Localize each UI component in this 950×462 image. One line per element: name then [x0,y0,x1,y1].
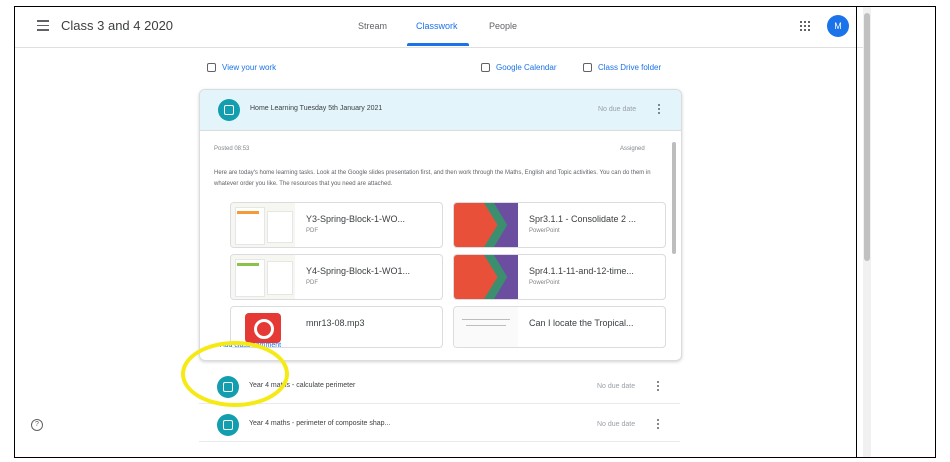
more-vert-icon[interactable] [658,104,661,116]
tab-stream[interactable]: Stream [358,21,387,31]
sketch-thumbnail [454,307,518,347]
calendar-icon [481,63,490,72]
browser-frame: Class 3 and 4 2020 Stream Classwork Peop… [14,6,936,458]
attachment-name: Y3-Spring-Block-1-WO... [306,214,406,224]
due-date: No due date [597,383,636,390]
more-vert-icon[interactable] [657,419,660,431]
page-scroll-thumb[interactable] [864,13,870,261]
active-tab-indicator [407,43,469,46]
drive-folder-label: Class Drive folder [598,63,662,72]
attachment-type: PDF [306,280,318,286]
attachment-item[interactable]: Spr4.1.1-11-and-12-time... PowerPoint [453,254,666,300]
attachment-type: PowerPoint [529,228,560,234]
ppt-thumbnail [454,255,518,299]
apps-icon[interactable] [800,21,812,33]
assignment-header[interactable]: Home Learning Tuesday 5th January 2021 N… [200,90,681,131]
assignment-card: Home Learning Tuesday 5th January 2021 N… [199,89,682,361]
list-item[interactable]: Year 4 maths - perimeter of composite sh… [199,409,680,442]
posted-time: Posted 08:53 [214,146,250,152]
attachment-name: Can I locate the Tropical... [529,318,634,328]
view-work-link[interactable]: View your work [207,63,276,72]
calendar-link[interactable]: Google Calendar [481,63,556,72]
attachment-item[interactable]: Spr3.1.1 - Consolidate 2 ... PowerPoint [453,202,666,248]
drive-folder-link[interactable]: Class Drive folder [583,63,661,72]
card-scroll-thumb[interactable] [672,142,676,254]
attachment-item[interactable]: Y4-Spring-Block-1-WO1... PDF [230,254,443,300]
attachment-item[interactable]: Can I locate the Tropical... [453,306,666,348]
attachment-name: Spr3.1.1 - Consolidate 2 ... [529,214,637,224]
attachment-type: PDF [306,228,318,234]
folder-icon [583,63,592,72]
more-vert-icon[interactable] [657,381,660,393]
pdf-thumbnail [231,203,295,247]
avatar[interactable]: M [827,15,849,37]
calendar-label: Google Calendar [496,63,557,72]
yellow-highlight-circle [181,341,289,407]
tab-classwork[interactable]: Classwork [416,21,458,31]
attachment-name: Y4-Spring-Block-1-WO1... [306,266,411,276]
tab-people[interactable]: People [489,21,517,31]
top-app-bar: Class 3 and 4 2020 Stream Classwork Peop… [15,7,863,48]
ppt-thumbnail [454,203,518,247]
assignment-description: Here are today's home learning tasks. Lo… [214,170,651,187]
assignment-title[interactable]: Home Learning Tuesday 5th January 2021 [250,105,382,112]
pdf-thumbnail [231,255,295,299]
class-title[interactable]: Class 3 and 4 2020 [61,18,173,33]
due-date: No due date [597,421,636,428]
attachment-name: mnr13-08.mp3 [306,318,365,328]
attachment-type: PowerPoint [529,280,560,286]
assigned-status: Assigned [620,146,645,152]
assignment-icon [217,414,239,436]
attachment-item[interactable]: Y3-Spring-Block-1-WO... PDF [230,202,443,248]
assignment-icon [218,99,240,121]
list-item-title[interactable]: Year 4 maths - perimeter of composite sh… [249,420,390,427]
attachment-name: Spr4.1.1-11-and-12-time... [529,266,634,276]
divider-line [856,6,857,458]
menu-icon[interactable] [37,20,49,31]
help-icon[interactable]: ? [31,419,43,431]
person-work-icon [207,63,216,72]
due-date: No due date [598,106,637,113]
view-work-label: View your work [222,63,277,72]
